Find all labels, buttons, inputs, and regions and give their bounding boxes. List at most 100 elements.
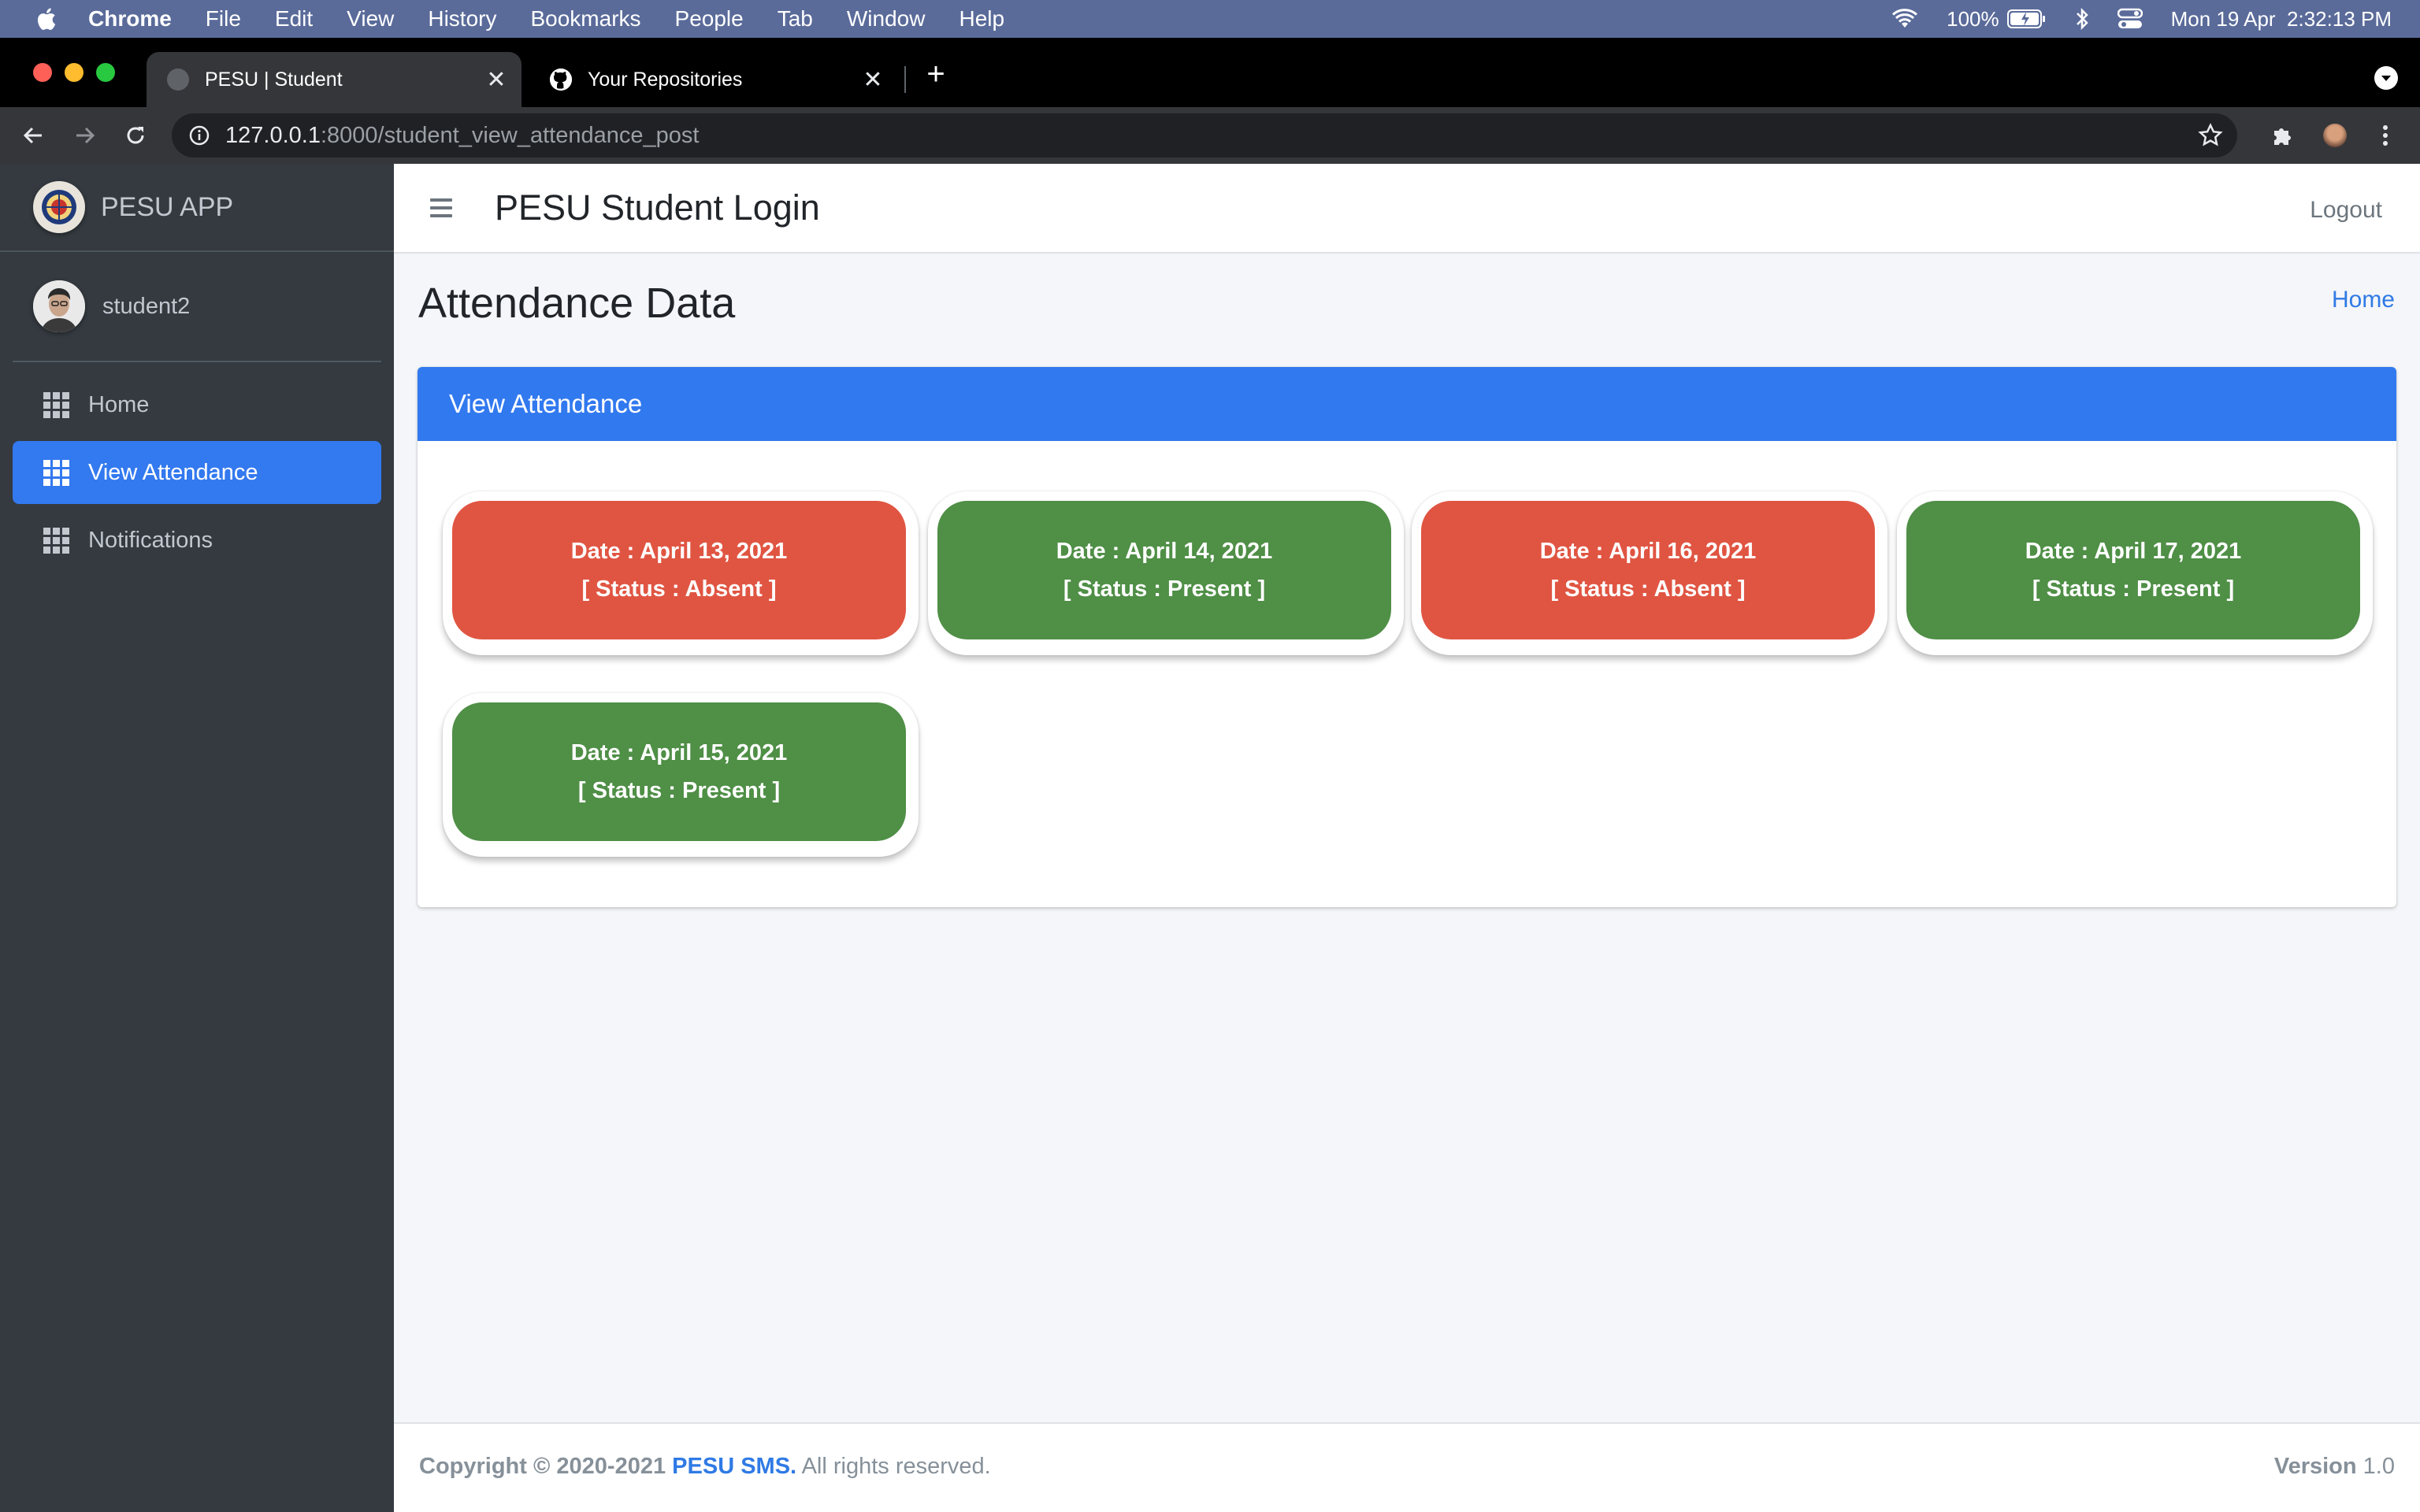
attendance-date: Date : April 13, 2021 xyxy=(570,539,788,564)
battery-percent: 100% xyxy=(1947,6,1999,31)
attendance-status-absent: Date : April 13, 2021 [ Status : Absent … xyxy=(452,501,906,639)
kebab-menu-icon xyxy=(2383,125,2388,146)
menu-help[interactable]: Help xyxy=(959,6,1004,32)
brand-logo xyxy=(33,181,85,233)
new-tab-button[interactable]: + xyxy=(920,58,952,91)
minimize-window-button[interactable] xyxy=(65,63,84,82)
sidebar-item-label: Home xyxy=(88,391,150,417)
footer-version: Version 1.0 xyxy=(2274,1454,2395,1480)
avatar xyxy=(33,280,85,332)
sidebar-item-view-attendance[interactable]: View Attendance xyxy=(13,441,381,504)
tab-pesu-student[interactable]: PESU | Student ✕ xyxy=(147,52,521,107)
close-tab-icon[interactable]: ✕ xyxy=(482,65,510,94)
user-panel[interactable]: student2 xyxy=(13,252,381,362)
profile-avatar-button[interactable] xyxy=(2319,120,2351,151)
pesu-sms-link[interactable]: PESU SMS. xyxy=(672,1454,796,1479)
menu-file[interactable]: File xyxy=(206,6,241,32)
hamburger-menu-icon[interactable] xyxy=(430,198,452,217)
page-title: Attendance Data xyxy=(418,280,736,327)
url-host: 127.0.0.1 xyxy=(225,122,321,148)
tab-title: Your Repositories xyxy=(588,68,743,91)
reload-button[interactable] xyxy=(120,120,151,151)
battery-icon xyxy=(2006,9,2045,28)
sidebar-nav: Home View Attendance Notifications xyxy=(0,373,394,572)
maximize-window-button[interactable] xyxy=(96,63,115,82)
sidebar-item-label: Notifications xyxy=(88,527,213,553)
address-bar[interactable]: 127.0.0.1 :8000/student_view_attendance_… xyxy=(172,113,2237,158)
menu-edit[interactable]: Edit xyxy=(275,6,313,32)
apple-icon[interactable] xyxy=(35,6,57,32)
grid-icon xyxy=(43,460,69,486)
attendance-status-present: Date : April 15, 2021 [ Status : Present… xyxy=(452,702,906,841)
brand-text: PESU APP xyxy=(101,191,234,222)
close-window-button[interactable] xyxy=(33,63,52,82)
breadcrumb-home-link[interactable]: Home xyxy=(2332,287,2395,313)
menu-history[interactable]: History xyxy=(428,6,496,32)
footer: Copyright © 2020-2021 PESU SMS. All righ… xyxy=(394,1422,2420,1512)
attendance-status-present: Date : April 14, 2021 [ Status : Present… xyxy=(937,501,1391,639)
forward-button[interactable] xyxy=(69,120,101,151)
attendance-status: [ Status : Absent ] xyxy=(581,576,777,602)
tab-title: PESU | Student xyxy=(205,68,343,91)
profile-avatar xyxy=(2323,124,2347,147)
card-title: View Attendance xyxy=(449,389,643,418)
version-label: Version xyxy=(2273,1454,2357,1479)
star-icon[interactable] xyxy=(2198,123,2223,148)
close-tab-icon[interactable]: ✕ xyxy=(859,65,887,94)
url-path: :8000/student_view_attendance_post xyxy=(320,122,700,148)
attendance-date: Date : April 15, 2021 xyxy=(570,740,788,765)
menu-bookmarks[interactable]: Bookmarks xyxy=(530,6,640,32)
attendance-status-present: Date : April 17, 2021 [ Status : Present… xyxy=(1906,501,2360,639)
extensions-button[interactable] xyxy=(2267,120,2299,151)
footer-copyright: Copyright © 2020-2021 PESU SMS. All righ… xyxy=(419,1454,991,1480)
menu-app-chrome[interactable]: Chrome xyxy=(88,6,172,32)
attendance-date: Date : April 16, 2021 xyxy=(1539,539,1757,564)
main-header: PESU Student Login Logout xyxy=(394,164,2420,254)
browser-menu-button[interactable] xyxy=(2370,120,2401,151)
tab-separator xyxy=(904,66,906,93)
tab-your-repositories[interactable]: Your Repositories ✕ xyxy=(529,52,898,107)
grid-icon xyxy=(43,528,69,554)
attendance-status: [ Status : Present ] xyxy=(2032,576,2235,602)
macos-menubar: Chrome File Edit View History Bookmarks … xyxy=(0,0,2420,38)
bluetooth-icon[interactable] xyxy=(2075,7,2089,31)
browser-toolbar: 127.0.0.1 :8000/student_view_attendance_… xyxy=(0,107,2420,164)
control-center-icon[interactable] xyxy=(2117,8,2143,30)
attendance-record: Date : April 17, 2021 [ Status : Present… xyxy=(1897,491,2373,655)
attendance-status: [ Status : Absent ] xyxy=(1550,576,1746,602)
sidebar-item-label: View Attendance xyxy=(88,459,258,485)
grid-icon xyxy=(43,392,69,418)
globe-icon xyxy=(167,69,189,91)
card-header: View Attendance xyxy=(418,367,2396,441)
sidebar-item-notifications[interactable]: Notifications xyxy=(13,509,381,572)
rights-text: All rights reserved. xyxy=(801,1454,991,1479)
menubar-status-area: 100% Mon 19 Apr 2:32:13 PM xyxy=(1891,0,2392,38)
attendance-record: Date : April 13, 2021 [ Status : Absent … xyxy=(443,491,919,655)
logout-link[interactable]: Logout xyxy=(2310,197,2382,224)
attendance-record: Date : April 16, 2021 [ Status : Absent … xyxy=(1412,491,1887,655)
menu-people[interactable]: People xyxy=(675,6,744,32)
menubar-clock[interactable]: Mon 19 Apr 2:32:13 PM xyxy=(2171,7,2392,32)
info-icon[interactable] xyxy=(189,125,210,146)
wifi-icon[interactable] xyxy=(1891,9,1918,29)
battery-indicator[interactable]: 100% xyxy=(1947,7,2047,32)
attendance-status: [ Status : Present ] xyxy=(1063,576,1266,602)
menu-view[interactable]: View xyxy=(347,6,394,32)
attendance-record: Date : April 14, 2021 [ Status : Present… xyxy=(928,491,1404,655)
reload-icon xyxy=(127,127,144,144)
sidebar-item-home[interactable]: Home xyxy=(13,373,381,436)
github-icon xyxy=(550,69,572,91)
page-header-title: PESU Student Login xyxy=(495,187,820,228)
arrow-right-icon xyxy=(76,127,95,144)
brand-link[interactable]: PESU APP xyxy=(0,164,394,252)
attendance-status-absent: Date : April 16, 2021 [ Status : Absent … xyxy=(1421,501,1875,639)
username: student2 xyxy=(102,293,191,319)
menu-window[interactable]: Window xyxy=(847,6,926,32)
arrow-left-icon xyxy=(23,127,42,144)
attendance-record: Date : April 15, 2021 [ Status : Present… xyxy=(443,693,919,857)
back-button[interactable] xyxy=(17,120,49,151)
menu-tab[interactable]: Tab xyxy=(778,6,813,32)
copyright-text: Copyright © 2020-2021 xyxy=(419,1454,666,1479)
version-value: 1.0 xyxy=(2362,1454,2395,1479)
tab-search-button[interactable] xyxy=(2374,66,2398,90)
